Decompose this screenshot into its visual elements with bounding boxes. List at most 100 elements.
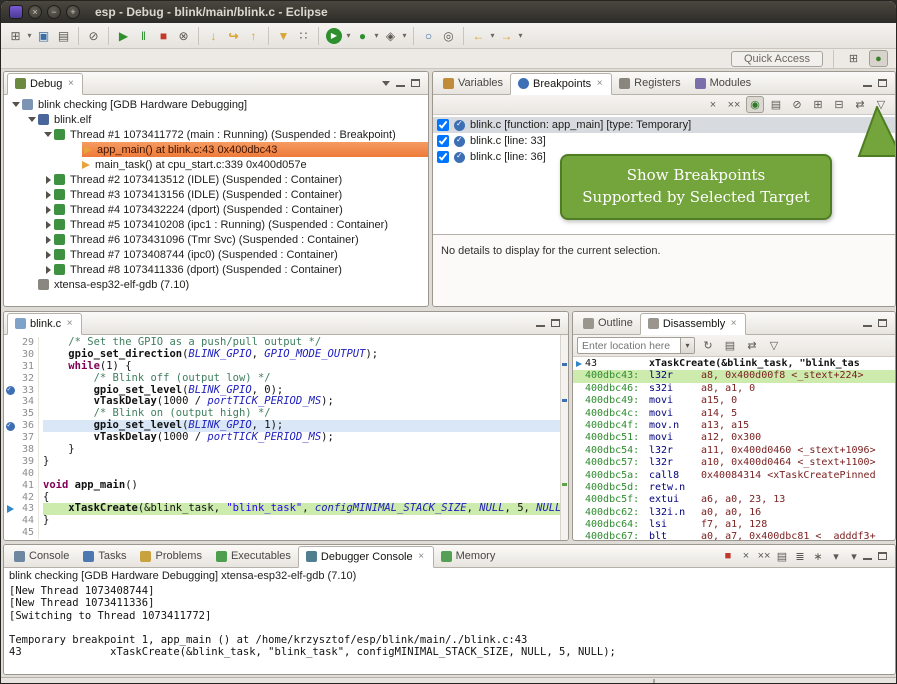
debug-tree-row[interactable]: Thread #5 1073410208 (ipc1 : Running) (S… (4, 217, 428, 232)
location-combo[interactable] (577, 337, 695, 354)
new-wizard-caret-icon[interactable] (26, 31, 33, 40)
debug-perspective-button[interactable]: ● (869, 50, 888, 67)
collapse-icon[interactable] (26, 117, 38, 122)
open-console-button[interactable]: ▾ (845, 548, 863, 565)
disconnect-button[interactable]: ⊗ (174, 26, 193, 46)
maximize-view-icon[interactable] (878, 79, 887, 87)
code-line[interactable]: 30 gpio_set_direction(BLINK_GPIO, GPIO_M… (4, 349, 568, 361)
disassembly-listing[interactable]: 43xTaskCreate(&blink_task, "blink_tas 40… (573, 357, 895, 540)
tab-tasks[interactable]: Tasks (76, 545, 133, 567)
terminate-button[interactable]: ■ (719, 548, 737, 565)
gutter[interactable] (573, 361, 585, 367)
breakpoint-checkbox[interactable] (437, 119, 449, 131)
collapse-icon[interactable] (42, 132, 54, 137)
code-line[interactable]: 45 (4, 527, 568, 539)
tab-debug[interactable]: Debug (7, 73, 83, 95)
breakpoint-row[interactable]: blink.c [line: 33] (433, 133, 895, 149)
disassembly-row[interactable]: 400dbc46:s32ia8, a1, 0 (573, 383, 895, 395)
go-to-file-for-breakpoint-button[interactable]: ▤ (767, 96, 785, 113)
disassembly-row[interactable]: 400dbc54:l32ra11, 0x400d0460 <_stext+109… (573, 445, 895, 457)
open-perspective-button[interactable]: ⊞ (844, 50, 863, 67)
sash-handle[interactable] (653, 679, 655, 684)
show-breakpoints-supported-by-selected-target-button[interactable]: ◉ (746, 96, 764, 113)
expand-icon[interactable] (42, 206, 54, 214)
collapse-all-button[interactable]: ⊟ (830, 96, 848, 113)
breakpoint-checkbox[interactable] (437, 151, 449, 163)
debug-tree-row[interactable]: blink.elf (4, 112, 428, 127)
disassembly-row[interactable]: 400dbc5f:extuia6, a0, 23, 13 (573, 494, 895, 506)
expand-icon[interactable] (42, 266, 54, 274)
close-button[interactable]: × (28, 5, 42, 19)
maximize-view-icon[interactable] (878, 319, 887, 327)
disassembly-row[interactable]: 400dbc4f:mov.na13, a15 (573, 420, 895, 432)
step-over-button[interactable]: ↪ (224, 26, 243, 46)
display-selected-console-button[interactable]: ▾ (827, 548, 845, 565)
debug-button[interactable]: ● (353, 26, 372, 46)
step-into-button[interactable]: ↓ (204, 26, 223, 46)
search-button[interactable]: ○ (419, 26, 438, 46)
debug-tree-row[interactable]: Thread #3 1073413156 (IDLE) (Suspended :… (4, 187, 428, 202)
quick-access-button[interactable]: Quick Access (731, 51, 823, 67)
tab-registers[interactable]: Registers (612, 72, 687, 94)
expand-icon[interactable] (42, 251, 54, 259)
view-menu-icon[interactable] (382, 81, 390, 86)
tab-outline[interactable]: Outline (576, 312, 640, 334)
gutter[interactable] (4, 386, 17, 395)
mark-occurrences-button[interactable]: ◎ (439, 26, 458, 46)
code-editor[interactable]: 29 /* Set the GPIO as a push/pull output… (4, 335, 568, 540)
close-tab-icon[interactable] (66, 78, 75, 89)
breakpoint-overview-mark[interactable] (562, 399, 567, 402)
tab-problems[interactable]: Problems (133, 545, 208, 567)
debug-tree-row[interactable]: main_task() at cpu_start.c:339 0x400d057… (4, 157, 428, 172)
back-caret-icon[interactable] (489, 31, 496, 40)
step-return-button[interactable]: ↑ (244, 26, 263, 46)
new-wizard-button[interactable]: ⊞ (6, 26, 25, 46)
expand-icon[interactable] (42, 221, 54, 229)
close-tab-icon[interactable] (595, 78, 604, 89)
back-button[interactable]: ← (469, 26, 488, 46)
disassembly-source-row[interactable]: 43xTaskCreate(&blink_task, "blink_tas (573, 358, 895, 370)
tab-memory[interactable]: Memory (434, 545, 503, 567)
debug-tree-row[interactable]: Thread #2 1073413512 (IDLE) (Suspended :… (4, 172, 428, 187)
disassembly-row[interactable]: 400dbc4c:movia14, 5 (573, 408, 895, 420)
code-line[interactable]: 32 /* Blink off (output low) */ (4, 373, 568, 385)
minimize-view-icon[interactable] (536, 319, 545, 327)
remove-all-breakpoints-button[interactable]: ×× (725, 96, 743, 113)
disassembly-row[interactable]: 400dbc62:l32i.na0, a0, 16 (573, 507, 895, 519)
expand-icon[interactable] (42, 236, 54, 244)
disassembly-row[interactable]: 400dbc5a:call80x40084314 <xTaskCreatePin… (573, 470, 895, 482)
location-input[interactable] (578, 340, 680, 352)
debug-tree-row[interactable]: Thread #4 1073432224 (dport) (Suspended … (4, 202, 428, 217)
drop-to-frame-button[interactable]: ▼ (274, 26, 293, 46)
debug-tree-row[interactable]: Thread #6 1073431096 (Tmr Svc) (Suspende… (4, 232, 428, 247)
minimize-view-icon[interactable] (396, 79, 405, 87)
sync-with-active-debug-context-button[interactable]: ⇄ (743, 337, 761, 354)
maximize-view-icon[interactable] (551, 319, 560, 327)
disassembly-row[interactable]: 400dbc43:l32ra8, 0x400d00f8 <_stext+224> (573, 370, 895, 382)
instruction-stepping-button[interactable]: ∷ (294, 26, 313, 46)
debug-tree-row[interactable]: Thread #1 1073411772 (main : Running) (S… (4, 127, 428, 142)
breakpoint-marker-icon[interactable] (6, 386, 15, 395)
breakpoint-marker-icon[interactable] (6, 422, 15, 431)
code-line[interactable]: 40 (4, 468, 568, 480)
skip-all-breakpoints-button[interactable]: ⊘ (84, 26, 103, 46)
minimize-view-icon[interactable] (863, 552, 872, 560)
remove-launch-button[interactable]: × (737, 548, 755, 565)
code-line[interactable]: 31 while(1) { (4, 361, 568, 373)
tab-console[interactable]: Console (7, 545, 76, 567)
debug-tree-row[interactable]: Thread #7 1073408744 (ipc0) (Suspended :… (4, 247, 428, 262)
maximize-button[interactable]: + (66, 5, 80, 19)
disassembly-row[interactable]: 400dbc5d:retw.n (573, 482, 895, 494)
disassembly-row[interactable]: 400dbc57:l32ra10, 0x400d0464 <_stext+110… (573, 457, 895, 469)
disassembly-row[interactable]: 400dbc64:lsif7, a1, 128 (573, 519, 895, 531)
debug-tree-row[interactable]: blink checking [GDB Hardware Debugging] (4, 97, 428, 112)
expand-all-button[interactable]: ⊞ (809, 96, 827, 113)
debug-tree-row-selected[interactable]: app_main() at blink.c:43 0x400dbc43 (4, 142, 428, 157)
code-line[interactable]: 38 } (4, 444, 568, 456)
view-menu-button[interactable]: ▽ (765, 337, 783, 354)
remove-selected-breakpoints-button[interactable]: × (704, 96, 722, 113)
close-tab-icon[interactable] (417, 551, 426, 562)
code-line[interactable]: 43 xTaskCreate(&blink_task, "blink_task"… (4, 503, 568, 515)
selected-stack-frame[interactable]: app_main() at blink.c:43 0x400dbc43 (82, 142, 428, 157)
collapse-icon[interactable] (10, 102, 22, 107)
